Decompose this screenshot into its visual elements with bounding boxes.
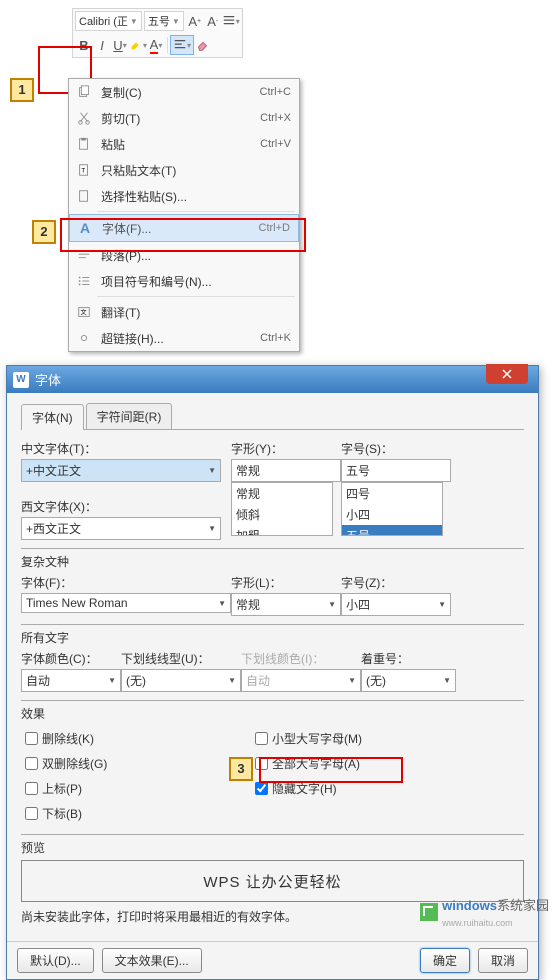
size-input[interactable]: 五号 — [341, 459, 451, 482]
tab-font[interactable]: 字体(N) — [21, 404, 84, 430]
highlight-box-2 — [60, 218, 306, 252]
label-complex: 复杂文种 — [21, 553, 524, 570]
dialog-title: 字体 — [35, 370, 61, 389]
menu-cut[interactable]: 剪切(T)Ctrl+X — [69, 105, 299, 131]
cfont-combo[interactable]: +中文正文▼ — [21, 459, 221, 482]
label-cfont2: 字体(F)： — [21, 574, 231, 591]
label-style2: 字形(L)： — [231, 574, 341, 591]
menu-translate[interactable]: 文翻译(T) — [69, 299, 299, 325]
label-effects: 效果 — [21, 705, 524, 722]
line-spacing-icon[interactable]: ▾ — [222, 12, 240, 30]
menu-paste-special[interactable]: 选择性粘贴(S)... — [69, 183, 299, 209]
ok-button[interactable]: 确定 — [420, 948, 470, 973]
font-combo[interactable]: Calibri (正▼ — [75, 11, 142, 31]
step-3: 3 — [229, 757, 253, 781]
cb-sub[interactable]: 下标(B) — [21, 804, 251, 823]
tab-spacing[interactable]: 字符间距(R) — [86, 403, 173, 429]
font-color-icon[interactable]: A▾ — [147, 36, 165, 54]
label-alltext: 所有文字 — [21, 629, 524, 646]
menu-paste-text[interactable]: T只粘贴文本(T) — [69, 157, 299, 183]
font-dialog: W 字体 字体(N) 字符间距(R) 中文字体(T)： +中文正文▼ 西文字体(… — [6, 365, 539, 980]
context-menu: 复制(C)Ctrl+C 剪切(T)Ctrl+X 粘贴Ctrl+V T只粘贴文本(… — [68, 78, 300, 352]
default-button[interactable]: 默认(D)... — [17, 948, 94, 973]
underline-combo[interactable]: (无)▼ — [121, 669, 241, 692]
shrink-font-icon[interactable]: A- — [204, 12, 222, 30]
label-wfont: 西文字体(X)： — [21, 498, 231, 515]
cut-icon — [73, 111, 95, 125]
menu-bullets[interactable]: 项目符号和编号(N)... — [69, 268, 299, 294]
paste-text-icon: T — [73, 163, 95, 177]
bullets-icon — [73, 274, 95, 288]
link-icon — [73, 331, 95, 345]
label-emph: 着重号： — [361, 650, 451, 667]
label-size2: 字号(Z)： — [341, 574, 451, 591]
italic-icon[interactable]: I — [93, 36, 111, 54]
menu-hyperlink[interactable]: 超链接(H)...Ctrl+K — [69, 325, 299, 351]
paste-special-icon — [73, 189, 95, 203]
align-icon[interactable]: ▾ — [170, 35, 194, 55]
size-list[interactable]: 四号 小四 五号 — [341, 482, 443, 536]
menu-copy[interactable]: 复制(C)Ctrl+C — [69, 79, 299, 105]
complex-size-combo[interactable]: 小四▼ — [341, 593, 451, 616]
underline-icon[interactable]: U▾ — [111, 36, 129, 54]
toolbar: Calibri (正▼ 五号▼ A+ A- ▾ B I U▾ ▾ A▾ ▾ — [72, 8, 243, 58]
style-input[interactable]: 常规 — [231, 459, 341, 482]
complex-font-combo[interactable]: Times New Roman▼ — [21, 593, 231, 613]
emph-combo[interactable]: (无)▼ — [361, 669, 456, 692]
menu-paste[interactable]: 粘贴Ctrl+V — [69, 131, 299, 157]
paste-icon — [73, 137, 95, 151]
dialog-header: W 字体 — [7, 366, 538, 393]
color-combo[interactable]: 自动▼ — [21, 669, 121, 692]
label-style: 字形(Y)： — [231, 440, 341, 457]
translate-icon: 文 — [73, 305, 95, 319]
watermark: windows系统家园 www.ruihaitu.com — [420, 895, 549, 929]
label-underline: 下划线线型(U)： — [121, 650, 241, 667]
label-cfont: 中文字体(T)： — [21, 440, 231, 457]
cb-strike[interactable]: 删除线(K) — [21, 729, 251, 748]
ulcolor-combo: 自动▼ — [241, 669, 361, 692]
step-2: 2 — [32, 220, 56, 244]
svg-text:文: 文 — [81, 309, 87, 317]
text-effects-button[interactable]: 文本效果(E)... — [102, 948, 202, 973]
watermark-icon — [420, 903, 438, 921]
label-ulcolor: 下划线颜色(I)： — [241, 650, 361, 667]
svg-text:T: T — [81, 168, 85, 175]
cb-scaps[interactable]: 小型大写字母(M) — [251, 729, 362, 748]
style-list[interactable]: 常规 倾斜 加粗 — [231, 482, 333, 536]
grow-font-icon[interactable]: A+ — [186, 12, 204, 30]
cb-dstrike[interactable]: 双删除线(G) — [21, 754, 251, 773]
highlight-icon[interactable]: ▾ — [129, 36, 147, 54]
cb-sup[interactable]: 上标(P) — [21, 779, 251, 798]
size-combo[interactable]: 五号▼ — [144, 11, 184, 31]
copy-icon — [73, 85, 95, 99]
cancel-button[interactable]: 取消 — [478, 948, 528, 973]
wfont-combo[interactable]: +西文正文▼ — [21, 517, 221, 540]
highlight-box-3 — [259, 757, 403, 783]
label-preview: 预览 — [21, 839, 524, 856]
complex-style-combo[interactable]: 常规▼ — [231, 593, 341, 616]
eraser-icon[interactable] — [194, 36, 212, 54]
step-1: 1 — [10, 78, 34, 102]
label-color: 字体颜色(C)： — [21, 650, 121, 667]
app-icon: W — [13, 372, 29, 388]
close-button[interactable] — [486, 364, 528, 384]
label-size: 字号(S)： — [341, 440, 451, 457]
